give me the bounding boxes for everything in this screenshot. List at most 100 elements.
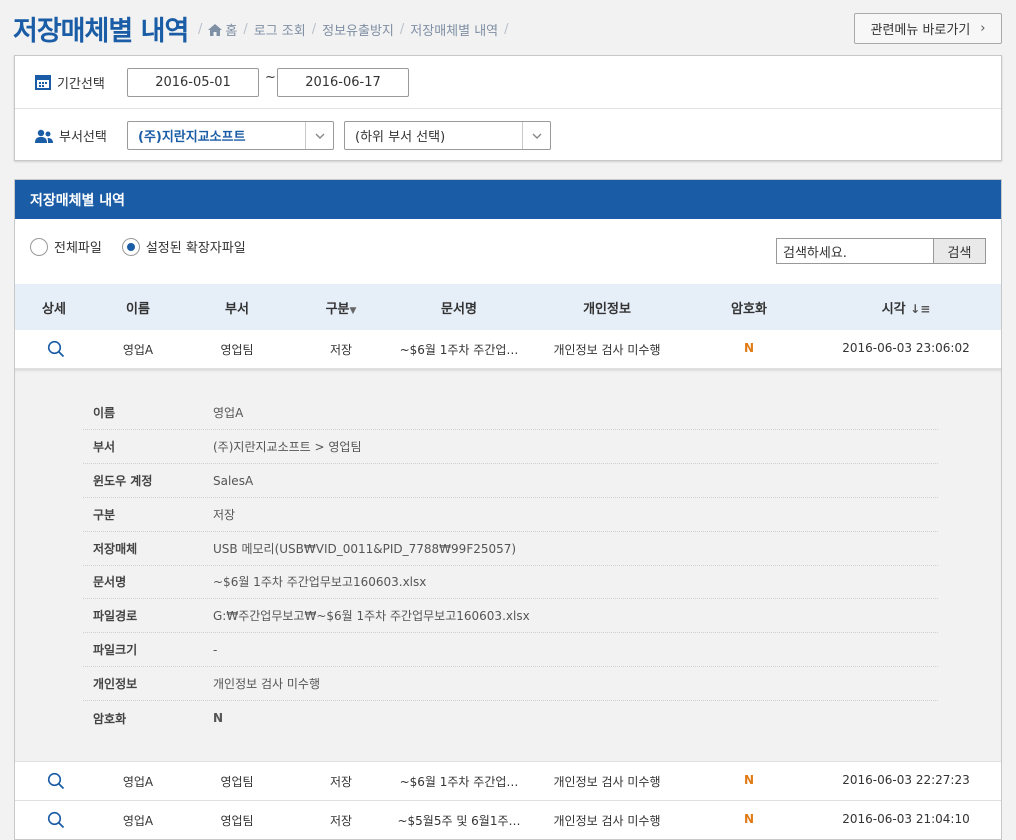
radio-ext-label: 설정된 확장자파일 <box>145 241 246 256</box>
header-time-wrap[interactable]: 시각 ↓≡ <box>811 298 1001 317</box>
detail-key: 문서명 <box>93 575 127 589</box>
table-header: 상세 이름 부서 구분▼ 문서명 개인정보 암호화 시각 ↓≡ <box>15 284 1001 330</box>
detail-key: 부서 <box>93 440 116 454</box>
chevron-right-icon: › <box>980 21 986 36</box>
dept-select[interactable]: (주)지란지교소프트 <box>127 121 334 150</box>
breadcrumb-log[interactable]: 로그 조회 <box>254 20 306 39</box>
row-time: 2016-06-03 23:06:02 <box>842 341 970 355</box>
header-dept[interactable]: 부서 <box>183 298 291 317</box>
row-privacy: 개인정보 검사 미수행 <box>553 775 661 789</box>
search-input[interactable]: 검색하세요. <box>776 238 933 264</box>
detail-value: 저장 <box>213 508 236 522</box>
detail-row: 부서 (주)지란지교소프트 > 영업팀 <box>83 430 938 464</box>
detail-value: ~$6월 1주차 주간업무보고160603.xlsx <box>213 575 427 589</box>
header-time: 시각 <box>881 302 906 317</box>
search-icon[interactable] <box>47 811 65 829</box>
header-doc[interactable]: 문서명 <box>391 298 527 317</box>
row-enc: N <box>743 773 755 787</box>
dept-row: 부서선택 (주)지란지교소프트 (하위 부서 선택) <box>15 109 1001 162</box>
period-label-text: 기간선택 <box>57 76 105 92</box>
detail-key: 파일경로 <box>93 609 138 623</box>
row-enc: N <box>743 341 755 355</box>
search-icon[interactable] <box>47 772 65 790</box>
dept-label-text: 부서선택 <box>59 130 107 145</box>
history-panel: 저장매체별 내역 전체파일 설정된 확장자파일 검색하세요. 검색 상세 이름 … <box>14 179 1002 840</box>
detail-key: 이름 <box>93 406 116 420</box>
row-dept: 영업팀 <box>220 775 254 789</box>
related-menu-label: 관련메뉴 바로가기 <box>870 23 971 38</box>
detail-row: 저장매체 USB 메모리(USB₩VID_0011&PID_7788₩99F250… <box>83 532 938 566</box>
row-privacy: 개인정보 검사 미수행 <box>553 343 661 357</box>
detail-row: 이름 영업A <box>83 396 938 430</box>
row-type: 저장 <box>329 814 353 828</box>
table-row[interactable]: 영업A 영업팀 저장 ~$6월 1주차 주간업… 개인정보 검사 미수행 N 2… <box>15 330 1001 369</box>
row-time: 2016-06-03 21:04:10 <box>842 812 970 826</box>
detail-row: 암호화 N <box>83 701 938 735</box>
radio-unchecked-icon <box>30 237 48 256</box>
breadcrumb-current: 저장매체별 내역 <box>410 24 499 39</box>
breadcrumb-dlp[interactable]: 정보유출방지 <box>322 20 394 39</box>
file-filter-options: 전체파일 설정된 확장자파일 <box>30 237 266 256</box>
header-type: 구분 <box>325 302 350 317</box>
dept-select-value: (주)지란지교소프트 <box>138 130 246 145</box>
subdept-select[interactable]: (하위 부서 선택) <box>344 121 551 150</box>
detail-value: G:₩주간업무보고₩~$6월 1주차 주간업무보고160603.xlsx <box>213 609 530 623</box>
period-label: 기간선택 <box>35 73 105 92</box>
page-title: 저장매체별 내역 <box>13 16 189 47</box>
detail-key: 개인정보 <box>93 677 138 691</box>
detail-row: 파일경로 G:₩주간업무보고₩~$6월 1주차 주간업무보고160603.xlsx <box>83 599 938 633</box>
detail-row: 개인정보 개인정보 검사 미수행 <box>83 667 938 701</box>
row-type: 저장 <box>329 775 353 789</box>
detail-value: 개인정보 검사 미수행 <box>213 677 320 691</box>
detail-value: SalesA <box>213 473 254 488</box>
detail-value: USB 메모리(USB₩VID_0011&PID_7788₩99F25057) <box>213 542 517 556</box>
detail-key: 윈도우 계정 <box>93 474 153 488</box>
chevron-down-icon <box>522 122 550 149</box>
row-name: 영업A <box>122 775 154 789</box>
header-privacy[interactable]: 개인정보 <box>527 298 687 317</box>
row-doc: ~$6월 1주차 주간업… <box>399 343 519 357</box>
detail-row: 문서명 ~$6월 1주차 주간업무보고160603.xlsx <box>83 565 938 599</box>
sort-down-icon: ▼ <box>349 306 357 316</box>
row-time: 2016-06-03 22:27:23 <box>842 773 970 787</box>
panel-title: 저장매체별 내역 <box>15 180 1001 219</box>
row-name: 영업A <box>122 343 154 357</box>
header-enc[interactable]: 암호화 <box>687 298 811 317</box>
detail-value: (주)지란지교소프트 > 영업팀 <box>213 440 362 454</box>
breadcrumb: / 홈 / 로그 조회 / 정보유출방지 / 저장매체별 내역 / <box>198 20 509 39</box>
filter-box: 기간선택 2016-05-01 ~ 2016-06-17 부서선택 (주)지란지… <box>14 55 1002 161</box>
users-icon <box>35 129 53 143</box>
row-name: 영업A <box>122 814 154 828</box>
header-detail: 상세 <box>42 302 66 317</box>
detail-key: 구분 <box>93 508 116 522</box>
search-icon[interactable] <box>47 340 65 358</box>
date-to-input[interactable]: 2016-06-17 <box>277 68 409 97</box>
row-doc: ~$5월5주 및 6월1주… <box>397 814 521 828</box>
header-name[interactable]: 이름 <box>93 298 183 317</box>
header-type-wrap[interactable]: 구분▼ <box>291 298 391 317</box>
detail-value: 영업A <box>213 406 244 420</box>
chevron-down-icon <box>305 122 333 149</box>
detail-key: 암호화 <box>93 711 127 726</box>
search-box: 검색하세요. 검색 <box>776 238 986 264</box>
breadcrumb-home[interactable]: 홈 <box>225 20 237 39</box>
row-dept: 영업팀 <box>220 814 254 828</box>
row-type: 저장 <box>329 343 353 357</box>
row-detail-panel: 이름 영업A 부서 (주)지란지교소프트 > 영업팀 윈도우 계정 SalesA 구분… <box>15 369 1001 762</box>
date-from-input[interactable]: 2016-05-01 <box>127 68 259 97</box>
subdept-select-value: (하위 부서 선택) <box>355 130 446 145</box>
search-button[interactable]: 검색 <box>933 238 986 264</box>
row-enc: N <box>743 812 755 826</box>
related-menu-button[interactable]: 관련메뉴 바로가기 › <box>854 13 1002 44</box>
radio-ext-files[interactable]: 설정된 확장자파일 <box>121 237 246 256</box>
sort-desc-icon: ↓≡ <box>910 302 931 316</box>
period-row: 기간선택 2016-05-01 ~ 2016-06-17 <box>15 56 1001 109</box>
table-row[interactable]: 영업A 영업팀 저장 ~$6월 1주차 주간업… 개인정보 검사 미수행 N 2… <box>15 762 1001 801</box>
table-row[interactable]: 영업A 영업팀 저장 ~$5월5주 및 6월1주… 개인정보 검사 미수행 N … <box>15 801 1001 839</box>
home-icon[interactable] <box>208 23 223 36</box>
row-privacy: 개인정보 검사 미수행 <box>553 814 661 828</box>
detail-row: 윈도우 계정 SalesA <box>83 464 938 498</box>
radio-checked-icon <box>121 237 140 256</box>
detail-key: 파일크기 <box>93 643 138 657</box>
radio-all-files[interactable]: 전체파일 <box>30 237 102 256</box>
